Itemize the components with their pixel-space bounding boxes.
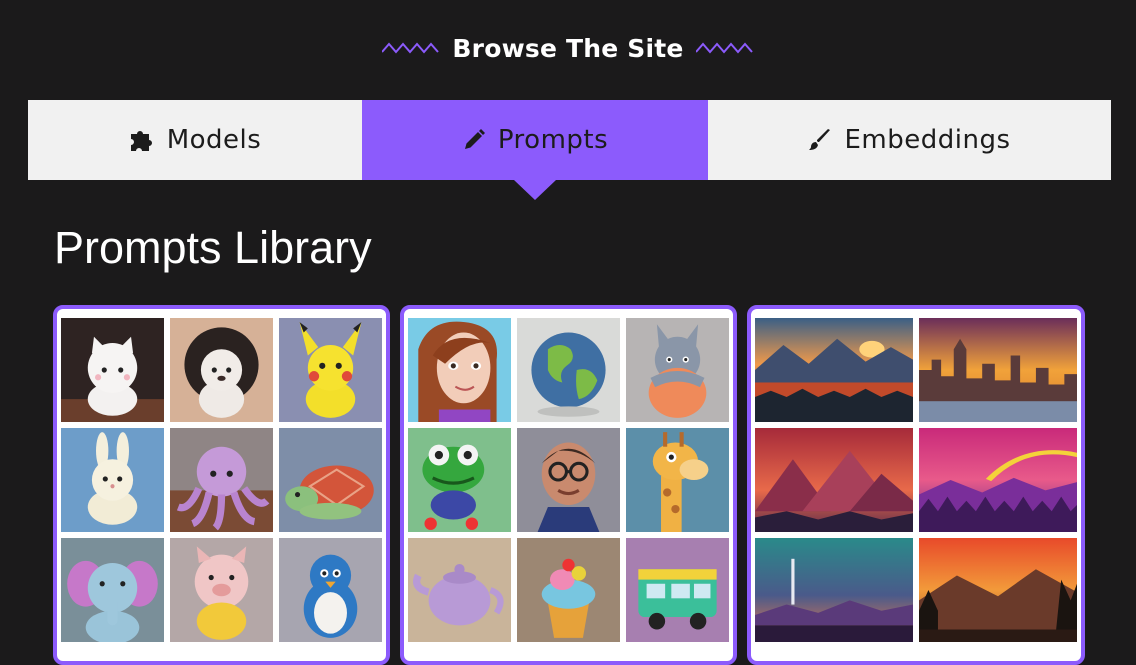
site-tabs: Models Prompts Embeddings <box>28 100 1111 200</box>
zigzag-left-icon <box>382 42 440 54</box>
tab-models-label: Models <box>166 125 262 155</box>
tab-embeddings[interactable]: Embeddings <box>708 100 1111 180</box>
bunny-plush-image <box>61 428 164 532</box>
pencil-icon <box>464 129 485 149</box>
prompt-card-plush-animals[interactable] <box>53 305 390 665</box>
turtle-plush-image <box>279 428 382 532</box>
active-tab-pointer <box>514 180 556 200</box>
elephant-plush-image <box>61 538 164 642</box>
frog-plush-image <box>408 428 511 532</box>
felt-cupcake-image <box>517 538 620 642</box>
totoro-plush-image <box>626 318 729 422</box>
felt-teapot-image <box>408 538 511 642</box>
giraffe-plush-image <box>626 428 729 532</box>
kitten-plush-image <box>61 318 164 422</box>
purple-forest-rainbow-image <box>919 428 1077 532</box>
tab-models[interactable]: Models <box>28 100 362 180</box>
felt-van-image <box>626 538 729 642</box>
space-launch-sunset-image <box>755 538 913 642</box>
zigzag-right-icon <box>695 42 753 54</box>
pig-plush-image <box>170 538 273 642</box>
city-skyline-sunset-image <box>919 318 1077 422</box>
tab-prompts[interactable]: Prompts <box>362 100 708 200</box>
tab-prompts-label: Prompts <box>497 125 609 155</box>
puzzle-icon <box>130 131 152 151</box>
forest-deer-sunset-image <box>919 538 1077 642</box>
hedgehog-plush-image <box>170 318 273 422</box>
pyramid-mountains-image <box>755 428 913 532</box>
mountain-sunset-image <box>755 318 913 422</box>
browse-header: Browse The Site <box>0 28 1136 68</box>
brush-icon <box>809 129 831 150</box>
prompt-card-felt-objects[interactable] <box>400 305 737 665</box>
prompt-card-sunset-landscapes[interactable] <box>747 305 1085 665</box>
felt-man-glasses-image <box>517 428 620 532</box>
felt-globe-image <box>517 318 620 422</box>
library-title: Prompts Library <box>54 222 372 273</box>
pikachu-plush-image <box>279 318 382 422</box>
tab-embeddings-label: Embeddings <box>844 125 1011 155</box>
octopus-plush-image <box>170 428 273 532</box>
felt-girl-portrait-image <box>408 318 511 422</box>
browse-title: Browse The Site <box>452 33 684 63</box>
penguin-plush-image <box>279 538 382 642</box>
